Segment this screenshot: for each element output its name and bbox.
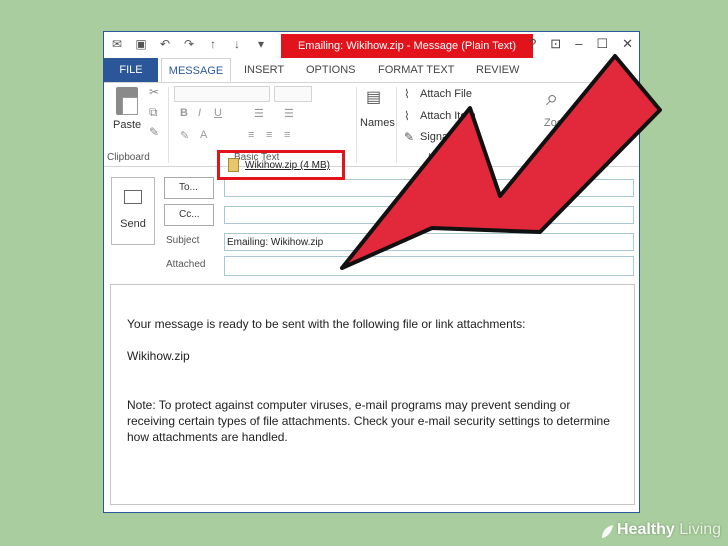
tab-file[interactable]: FILE — [104, 58, 158, 82]
body-line-note: Note: To protect against computer viruse… — [127, 398, 610, 444]
brand-living: Living — [674, 521, 722, 538]
send-button[interactable]: Send — [111, 177, 155, 245]
address-book-icon[interactable]: ▤ — [366, 87, 381, 107]
to-field[interactable] — [224, 179, 634, 197]
tab-format-text[interactable]: FORMAT TEXT — [378, 58, 454, 82]
subject-label: Subject — [166, 235, 200, 246]
font-color-icon[interactable]: A — [200, 129, 207, 141]
brand-healthy: Healthy — [617, 521, 675, 538]
bullets-icon[interactable]: ☰ — [254, 107, 264, 120]
copy-icon[interactable]: ⧉ — [149, 105, 158, 120]
attachment-link[interactable]: Wikihow.zip (4 MB) — [245, 160, 330, 171]
title-bar: ✉ ▣ ↶ ↷ ↑ ↓ ▾ Emailing: Wikihow.zip - Me… — [104, 32, 639, 58]
font-size-combo[interactable] — [274, 86, 312, 102]
send-icon — [124, 190, 142, 204]
paperclip-icon: ⌇ — [404, 87, 410, 101]
cc-button[interactable]: Cc... — [164, 204, 214, 226]
ribbon: Paste ✂ ⧉ ✎ Clipboard B I U ☰ ☰ ✎ A ≡ ≡ … — [104, 83, 639, 167]
names-label[interactable]: Names — [360, 117, 395, 129]
send-label: Send — [120, 218, 146, 230]
signature-icon: ✎ — [404, 130, 415, 144]
divider — [168, 87, 169, 163]
arrow-down-icon[interactable]: ↓ — [230, 37, 244, 51]
body-line-filename: Wikihow.zip — [127, 349, 190, 363]
underline-button[interactable]: U — [214, 107, 222, 119]
italic-button[interactable]: I — [198, 107, 201, 119]
close-icon[interactable]: ✕ — [622, 36, 633, 52]
window-controls: ? ⊡ – ☐ ✕ — [529, 36, 633, 52]
arrow-up-icon[interactable]: ↑ — [206, 37, 220, 51]
cc-field[interactable] — [224, 206, 634, 224]
brand-watermark: Healthy Living — [617, 521, 721, 539]
highlight-icon[interactable]: ✎ — [180, 129, 189, 142]
font-name-combo[interactable] — [174, 86, 270, 102]
quick-access-toolbar: ✉ ▣ ↶ ↷ ↑ ↓ ▾ — [110, 37, 268, 51]
save-icon[interactable]: ▣ — [134, 37, 148, 51]
zip-file-icon — [228, 158, 239, 172]
attach-file-button[interactable]: Attach File — [420, 88, 472, 100]
envelope-icon[interactable]: ✉ — [110, 37, 124, 51]
align-right-icon[interactable]: ≡ — [284, 129, 290, 141]
maximize-icon[interactable]: ☐ — [596, 36, 608, 52]
attached-field — [224, 256, 634, 276]
attach-item-icon: ⌇ — [404, 109, 410, 123]
undo-icon[interactable]: ↶ — [158, 37, 172, 51]
leaf-icon — [602, 525, 613, 538]
redo-icon[interactable]: ↷ — [182, 37, 196, 51]
zoom-label[interactable]: Zoom — [544, 117, 572, 129]
to-button[interactable]: To... — [164, 177, 214, 199]
ribbon-display-icon[interactable]: ⊡ — [550, 36, 561, 52]
signature-button[interactable]: Signature — [420, 131, 467, 143]
tab-options[interactable]: OPTIONS — [306, 58, 356, 82]
help-icon[interactable]: ? — [529, 36, 536, 52]
divider — [396, 87, 397, 163]
attached-label: Attached — [166, 259, 206, 270]
attach-item-button[interactable]: Attach Item — [420, 110, 476, 122]
align-left-icon[interactable]: ≡ — [248, 129, 254, 141]
divider — [356, 87, 357, 163]
paste-icon[interactable] — [116, 87, 138, 115]
email-window: ✉ ▣ ↶ ↷ ↑ ↓ ▾ Emailing: Wikihow.zip - Me… — [103, 31, 640, 513]
subject-value: Emailing: Wikihow.zip — [227, 237, 324, 248]
cut-icon[interactable]: ✂ — [149, 85, 159, 99]
message-body[interactable]: Your message is ready to be sent with th… — [110, 284, 635, 505]
ribbon-tabs: FILE MESSAGE INSERT OPTIONS FORMAT TEXT … — [104, 58, 639, 83]
zoom-icon[interactable]: ⌕ — [546, 85, 558, 111]
align-center-icon[interactable]: ≡ — [266, 129, 272, 141]
clipboard-group-label: Clipboard — [107, 152, 150, 163]
window-title: Emailing: Wikihow.zip - Message (Plain T… — [281, 34, 533, 58]
numbering-icon[interactable]: ☰ — [284, 107, 294, 120]
tab-message[interactable]: MESSAGE — [161, 58, 231, 82]
tab-review[interactable]: REVIEW — [476, 58, 519, 82]
include-group-label: In — [428, 152, 437, 163]
body-line-intro: Your message is ready to be sent with th… — [127, 317, 526, 331]
bold-button[interactable]: B — [180, 107, 188, 119]
tab-insert[interactable]: INSERT — [244, 58, 284, 82]
format-painter-icon[interactable]: ✎ — [149, 125, 159, 139]
paste-label[interactable]: Paste — [113, 119, 141, 131]
customize-icon[interactable]: ▾ — [254, 37, 268, 51]
minimize-icon[interactable]: – — [575, 36, 582, 52]
